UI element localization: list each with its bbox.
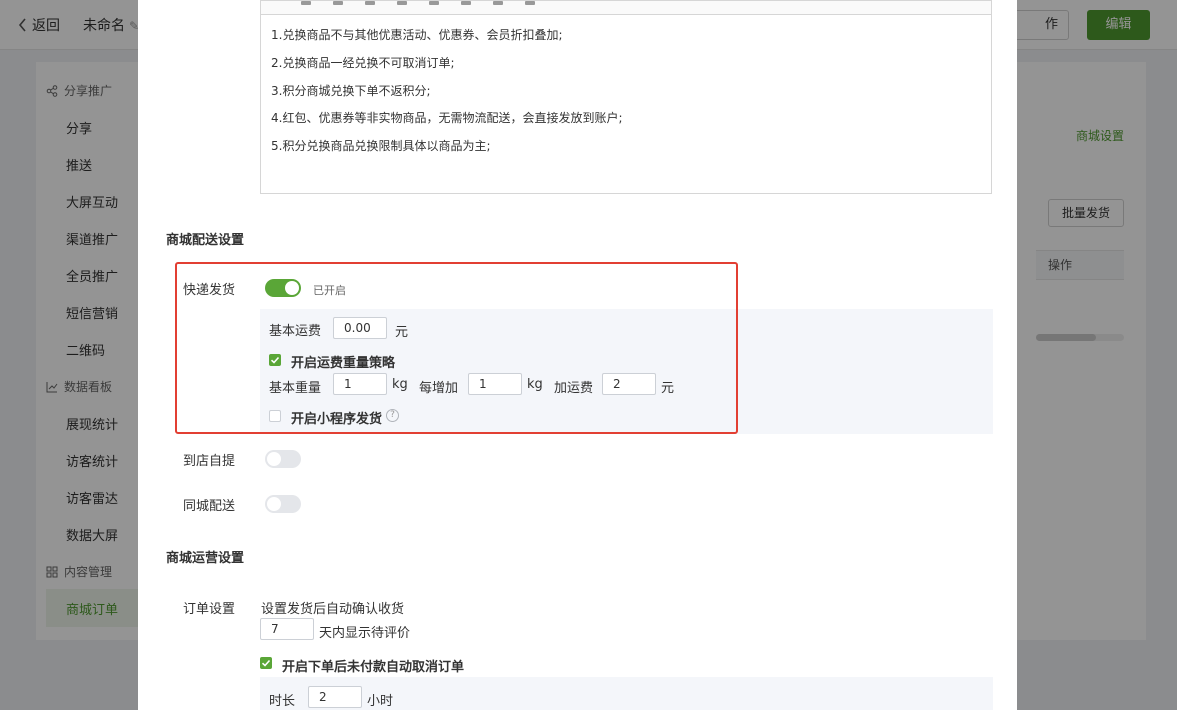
editor-line: 5.积分兑换商品兑换限制具体以商品为主; [271,139,491,153]
rich-text-editor[interactable]: 1.兑换商品不与其他优惠活动、优惠券、会员折扣叠加; 2.兑换商品一经兑换不可取… [260,14,992,194]
quote-icon[interactable] [461,1,471,5]
editor-line: 4.红包、优惠券等非实物商品，无需物流配送，会直接发放到账户; [271,111,623,125]
check-icon [261,659,271,667]
image-icon[interactable] [493,1,503,5]
editor-line: 3.积分商城兑换下单不返积分; [271,84,431,98]
auto-confirm-label: 设置发货后自动确认收货 [261,602,405,617]
auto-cancel-checkbox[interactable] [260,657,272,669]
pickup-label: 到店自提 [183,454,236,469]
order-settings-label: 订单设置 [183,602,236,617]
duration-input[interactable]: 2 [308,686,362,708]
duration-unit: 小时 [367,694,394,709]
editor-line: 1.兑换商品不与其他优惠活动、优惠券、会员折扣叠加; [271,28,563,42]
link-icon[interactable] [365,1,375,5]
highlight-box [175,262,738,434]
pickup-toggle[interactable] [265,450,301,468]
editor-toolbar [260,0,992,14]
undo-icon[interactable] [525,1,535,5]
same-city-label: 同城配送 [183,499,236,514]
list-icon[interactable] [397,1,407,5]
bold-icon[interactable] [301,1,311,5]
duration-label: 时长 [269,694,296,709]
same-city-toggle[interactable] [265,495,301,513]
auto-confirm-days-input[interactable]: 7 [260,618,314,640]
delivery-section-title: 商城配送设置 [166,233,245,248]
align-icon[interactable] [429,1,439,5]
toggle-knob [267,452,281,466]
toggle-knob [267,497,281,511]
editor-line: 2.兑换商品一经兑换不可取消订单; [271,56,455,70]
italic-icon[interactable] [333,1,343,5]
operations-section-title: 商城运营设置 [166,551,245,566]
days-suffix: 天内显示待评价 [319,626,411,641]
auto-cancel-label: 开启下单后未付款自动取消订单 [282,660,465,675]
